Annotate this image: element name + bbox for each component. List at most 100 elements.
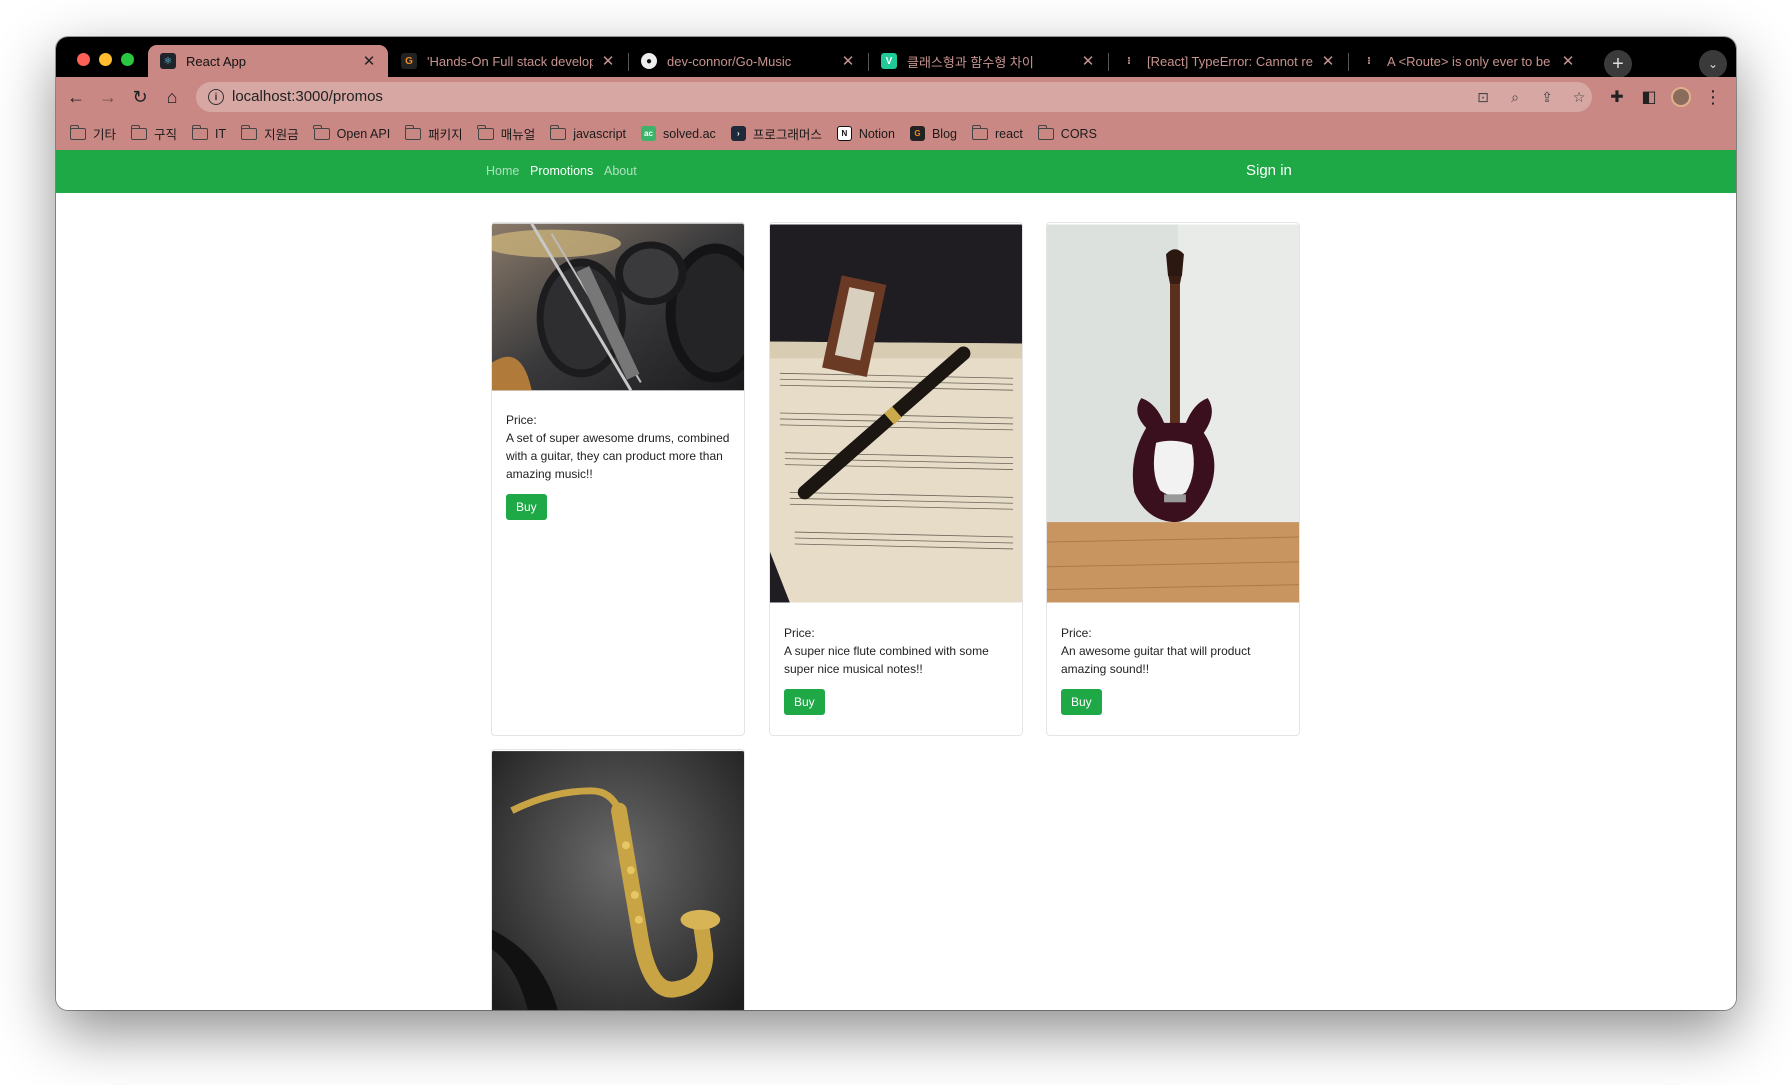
nav-home[interactable]: Home [486,164,519,178]
bookmark-item[interactable]: javascript [549,124,626,141]
solvedac-icon: ac [641,126,656,141]
tab-route[interactable]: ⁝ A <Route> is only ever to be us ✕ [1349,45,1587,77]
github-icon: ● [641,53,657,69]
menu-icon[interactable]: ⋮ [1702,86,1724,108]
tistory-icon: ⁝ [1367,55,1371,67]
bookmark-label: 패키지 [428,128,463,142]
folder-icon [971,124,988,140]
price-label: Price: [784,626,815,640]
bookmark-item[interactable]: 지원금 [240,124,299,143]
bookmark-label: 프로그래머스 [752,128,822,142]
product-description: A super nice flute combined with some su… [784,644,989,676]
window-controls [77,53,134,66]
tab-search-button[interactable]: ⌄ [1699,50,1727,78]
zoom-icon[interactable]: ⌕ [1506,88,1524,106]
drums-and-guitar-photo [492,223,744,391]
reload-icon[interactable]: ↻ [129,86,151,108]
browser-toolbar: ← → ↻ ⌂ i localhost:3000/promos ⊡ ⌕ ⇪ ☆ … [56,77,1736,117]
buy-button[interactable]: Buy [506,494,547,520]
close-icon[interactable]: ✕ [841,52,855,70]
bookmark-item[interactable]: 기타 [69,124,116,143]
close-icon[interactable]: ✕ [1321,52,1335,70]
bookmark-star-icon[interactable]: ☆ [1570,88,1588,106]
bookmark-label: 매뉴얼 [500,128,536,142]
blog-icon: G [909,126,925,141]
tab-title: 클래스형과 함수형 차이 [907,54,1034,70]
close-icon[interactable]: ✕ [601,52,615,70]
product-card: Price: A super nice flute combined with … [769,222,1023,736]
sign-in-link[interactable]: Sign in [1246,162,1292,179]
new-tab-button[interactable]: + [1604,50,1632,78]
product-description: An awesome guitar that will product amaz… [1061,644,1251,676]
bookmark-label: Blog [931,126,957,141]
nav-promotions[interactable]: Promotions [530,164,593,178]
bookmarks-bar: 기타 구직 IT 지원금 Open API 패키지 매뉴얼 javascript… [56,117,1736,150]
card-body: Price: A super nice flute combined with … [770,604,1022,729]
electric-guitar-photo [1047,224,1299,603]
address-bar[interactable]: i localhost:3000/promos ⊡ ⌕ ⇪ ☆ [196,82,1592,112]
folder-icon [1037,124,1054,140]
tab-strip: ⚛ React App ✕ G 'Hands-On Full stack dev… [56,37,1736,78]
close-icon[interactable]: ✕ [1561,52,1575,70]
back-icon[interactable]: ← [65,86,87,108]
tab-typeerror[interactable]: ⁝ [React] TypeError: Cannot read ✕ [1109,45,1347,77]
tab-github[interactable]: ● dev-connor/Go-Music ✕ [629,45,867,77]
forward-icon[interactable]: → [97,86,119,108]
bookmark-label: 지원금 [264,128,299,142]
site-info-icon[interactable]: i [208,89,224,105]
product-description: A set of super awesome drums, combined w… [506,431,730,481]
url-text[interactable]: localhost:3000/promos [232,88,383,105]
folder-icon [130,124,148,140]
product-card: Price: An awesome guitar that will produ… [1046,222,1300,736]
extensions-icon[interactable]: ✚ [1606,86,1628,108]
share-icon[interactable]: ⇪ [1538,88,1556,106]
bookmark-item[interactable]: 구직 [130,124,177,143]
bookmark-label: CORS [1060,126,1097,141]
minimize-window-button[interactable] [99,53,112,66]
folder-icon [549,124,567,140]
bookmark-label: IT [215,126,227,141]
tab-title: dev-connor/Go-Music [667,53,792,69]
notion-icon: N [836,126,852,141]
tab-hands-on[interactable]: G 'Hands-On Full stack developm ✕ [389,45,627,77]
bookmark-item[interactable]: CORS [1037,124,1097,141]
programmers-icon: › [730,126,746,141]
folder-icon [404,124,422,140]
home-icon[interactable]: ⌂ [161,86,183,108]
close-icon[interactable]: ✕ [362,52,376,70]
bookmark-label: javascript [573,126,626,141]
maximize-window-button[interactable] [121,53,134,66]
buy-button[interactable]: Buy [784,689,825,715]
tistory-icon: ⁝ [1127,55,1131,67]
tab-title: React App [186,53,246,69]
flute-and-sheet-music-photo [770,224,1022,603]
tab-velog[interactable]: V 클래스형과 함수형 차이 ✕ [869,45,1107,77]
close-icon[interactable]: ✕ [1081,52,1095,70]
bookmark-item[interactable]: react [971,124,1023,141]
bookmark-item[interactable]: G Blog [909,126,957,141]
nav-about[interactable]: About [604,164,637,178]
translate-icon[interactable]: ⊡ [1474,88,1492,106]
bookmark-item[interactable]: Open API [313,124,390,141]
bookmark-item[interactable]: 패키지 [404,124,463,143]
folder-icon [191,124,209,140]
bookmark-label: react [995,126,1023,141]
tab-react-app[interactable]: ⚛ React App ✕ [148,45,388,77]
bookmark-label: solved.ac [663,126,716,141]
buy-button[interactable]: Buy [1061,689,1102,715]
react-icon: ⚛ [160,53,176,69]
side-panel-icon[interactable]: ◧ [1638,86,1660,108]
close-window-button[interactable] [77,53,90,66]
bookmark-item[interactable]: › 프로그래머스 [730,124,822,143]
tab-title: [React] TypeError: Cannot read [1147,53,1313,69]
bookmark-item[interactable]: 매뉴얼 [477,124,536,143]
avatar[interactable] [1670,86,1692,108]
bookmark-item[interactable]: IT [191,124,227,141]
bookmark-item[interactable]: N Notion [836,126,895,141]
bookmark-item[interactable]: ac solved.ac [641,126,716,141]
product-card [491,749,745,1010]
folder-icon [69,124,86,140]
saxophone-photo [492,751,744,1010]
velog-icon: V [881,53,897,69]
app-navbar: Home Promotions About Sign in [56,150,1736,193]
